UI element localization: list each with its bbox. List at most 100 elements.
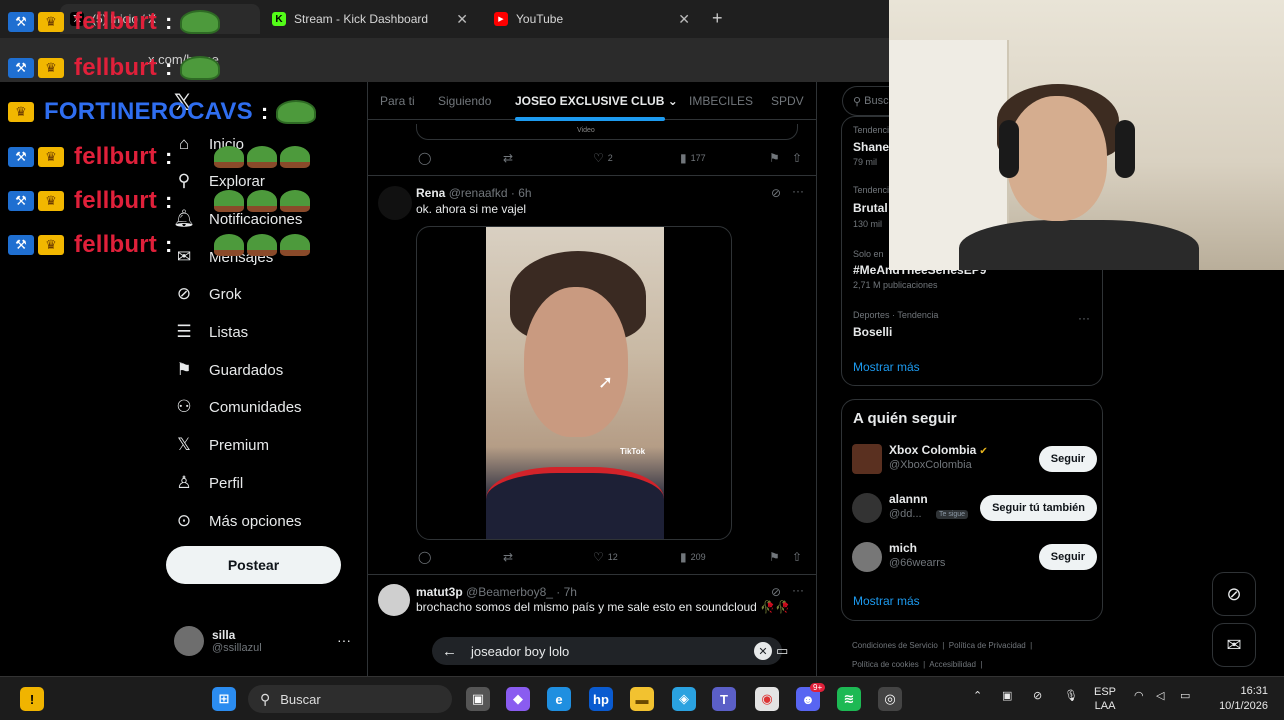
bookmark-icon[interactable]: ⚑ <box>769 151 780 165</box>
follow-back-button[interactable]: Seguir tú también <box>980 495 1097 521</box>
search-icon: ⚲ <box>853 95 865 108</box>
tweet-time[interactable]: · 7h <box>556 585 577 599</box>
warning-app-icon[interactable]: ! <box>20 687 44 711</box>
tab-siguiendo[interactable]: Siguiendo <box>438 94 491 108</box>
battery-icon[interactable]: ▭ <box>1180 689 1190 703</box>
microphone-icon[interactable]: 🎙︎ <box>1064 689 1078 703</box>
messages-float-button[interactable]: ✉ <box>1212 623 1256 667</box>
nav-item-bookmarks[interactable]: ⚑ Guardados <box>172 355 283 385</box>
spotify-icon[interactable]: ≋ <box>837 687 861 711</box>
wifi-icon[interactable]: ◠ <box>1134 689 1144 703</box>
nav-label: Listas <box>209 323 249 341</box>
show-more-link[interactable]: Mostrar más <box>853 594 920 608</box>
grok-float-button[interactable]: ⊘ <box>1212 572 1256 616</box>
tab-youtube[interactable]: ▶ YouTube ✕ <box>484 4 700 34</box>
grok-icon[interactable]: ⊘ <box>771 585 781 599</box>
volume-icon[interactable]: ◁ <box>1156 689 1164 703</box>
tweet-video[interactable]: TikTok <box>416 226 732 540</box>
like-button[interactable]: ♡ 12 <box>593 550 618 564</box>
verified-icon: ✔ <box>979 446 988 457</box>
nav-item-premium[interactable]: 𝕏 Premium <box>172 430 269 460</box>
search-overlay[interactable]: ← joseador boy lolo ✕ <box>432 637 782 665</box>
chat-username: fellburt <box>74 8 157 35</box>
like-button[interactable]: ♡ 2 <box>593 151 613 165</box>
views-button[interactable]: ▮ 209 <box>680 550 706 564</box>
tray-app-icon[interactable]: ▣ <box>1002 689 1012 703</box>
trend-name[interactable]: Brutal <box>853 201 888 215</box>
views-button[interactable]: ▮ 177 <box>680 151 706 165</box>
windows-start-icon[interactable]: ⊞ <box>212 687 236 711</box>
nav-item-communities[interactable]: ⚇ Comunidades <box>172 392 301 422</box>
edge-icon[interactable]: e <box>547 687 571 711</box>
reply-icon[interactable]: ◯ <box>418 550 431 564</box>
close-icon[interactable]: ✕ <box>456 11 468 28</box>
close-icon[interactable]: ✕ <box>678 11 690 28</box>
privacy-link[interactable]: Política de Privacidad <box>949 641 1026 650</box>
new-tab-button[interactable]: + <box>712 8 723 29</box>
nav-item-grok[interactable]: ⊘ Grok <box>172 279 242 309</box>
cookies-link[interactable]: Política de cookies <box>852 660 919 669</box>
tab-joseo-exclusive-club[interactable]: JOSEO EXCLUSIVE CLUB ⌄ <box>515 94 678 108</box>
author-name[interactable]: Rena <box>416 186 445 200</box>
tweet-time[interactable]: · 6h <box>511 186 532 200</box>
follow-suggestion[interactable]: Xbox Colombia ✔ @XboxColombia Seguir <box>852 442 1097 478</box>
copilot-icon[interactable]: ◆ <box>506 687 530 711</box>
nav-item-lists[interactable]: ☰ Listas <box>172 317 248 347</box>
clock[interactable]: 16:31 10/1/2026 <box>1212 684 1268 714</box>
account-switcher[interactable]: silla @ssillazul <box>174 626 262 656</box>
author-name[interactable]: matut3p <box>416 585 463 599</box>
frog-emote-icon <box>214 234 244 256</box>
obs-icon[interactable]: ◎ <box>878 687 902 711</box>
post-button[interactable]: Postear <box>166 546 341 584</box>
author-handle[interactable]: @renaafkd <box>449 186 508 200</box>
trend-name[interactable]: Boselli <box>853 325 892 339</box>
tab-imbeciles[interactable]: IMBECILES <box>689 94 753 108</box>
follow-button[interactable]: Seguir <box>1038 544 1097 570</box>
chrome-icon[interactable]: ◉ <box>755 687 779 711</box>
search-input[interactable]: joseador boy lolo <box>471 644 569 659</box>
hammer-badge-icon: ⚒ <box>8 58 34 78</box>
search-icon: ⚲ <box>177 171 191 190</box>
tab-spdv[interactable]: SPDV <box>771 94 804 108</box>
more-icon[interactable]: ··· <box>792 184 804 198</box>
follow-suggestion[interactable]: alannn @dd... Te sigue Seguir tú también <box>852 491 1097 527</box>
back-arrow-icon[interactable]: ← <box>442 643 457 660</box>
author-handle[interactable]: @Beamerboy8_ <box>466 585 553 599</box>
share-icon[interactable]: ⇧ <box>792 550 802 564</box>
retweet-icon[interactable]: ⇄ <box>503 550 513 564</box>
more-icon[interactable]: ··· <box>1078 311 1090 325</box>
tab-para-ti[interactable]: Para ti <box>380 94 415 108</box>
language-indicator[interactable]: ESP LAA <box>1094 685 1116 713</box>
follow-suggestion[interactable]: mich @66wearrs Seguir <box>852 540 1097 576</box>
show-more-link[interactable]: Mostrar más <box>853 360 920 374</box>
teams-icon[interactable]: T <box>712 687 736 711</box>
nav-item-more[interactable]: ⊙ Más opciones <box>172 506 302 536</box>
tab-kick-dashboard[interactable]: K Stream - Kick Dashboard ✕ <box>262 4 478 34</box>
more-icon[interactable]: ··· <box>792 583 804 597</box>
store-icon[interactable]: ◈ <box>672 687 696 711</box>
follow-button[interactable]: Seguir <box>1038 446 1097 472</box>
reply-icon[interactable]: ◯ <box>418 151 431 165</box>
terms-link[interactable]: Condiciones de Servicio <box>852 641 938 650</box>
previous-tweet-media[interactable]: Video <box>416 124 798 140</box>
accessibility-link[interactable]: Accesibilidad <box>929 660 976 669</box>
share-icon[interactable]: ⇧ <box>792 151 802 165</box>
account-name: Xbox Colombia ✔ <box>889 443 988 457</box>
folder-icon[interactable]: ▬ <box>630 687 654 711</box>
task-view-icon[interactable]: ▣ <box>466 687 490 711</box>
cast-icon[interactable]: ▭ <box>776 643 788 659</box>
taskbar-search[interactable]: ⚲ Buscar <box>248 685 452 713</box>
chevron-up-icon[interactable]: ⌃ <box>973 689 982 703</box>
clear-icon[interactable]: ✕ <box>754 642 772 660</box>
nav-item-profile[interactable]: ♙ Perfil <box>172 468 243 498</box>
hp-icon[interactable]: hp <box>589 687 613 711</box>
video-frame: TikTok <box>486 227 664 539</box>
avatar[interactable] <box>378 186 412 220</box>
retweet-icon[interactable]: ⇄ <box>503 151 513 165</box>
grok-icon[interactable]: ⊘ <box>771 186 781 200</box>
more-icon[interactable]: ··· <box>337 632 351 648</box>
avatar[interactable] <box>378 584 410 616</box>
tray-eye-icon[interactable]: ⊘ <box>1033 689 1042 703</box>
bookmark-icon[interactable]: ⚑ <box>769 550 780 564</box>
trend-name[interactable]: Shane <box>853 140 889 154</box>
